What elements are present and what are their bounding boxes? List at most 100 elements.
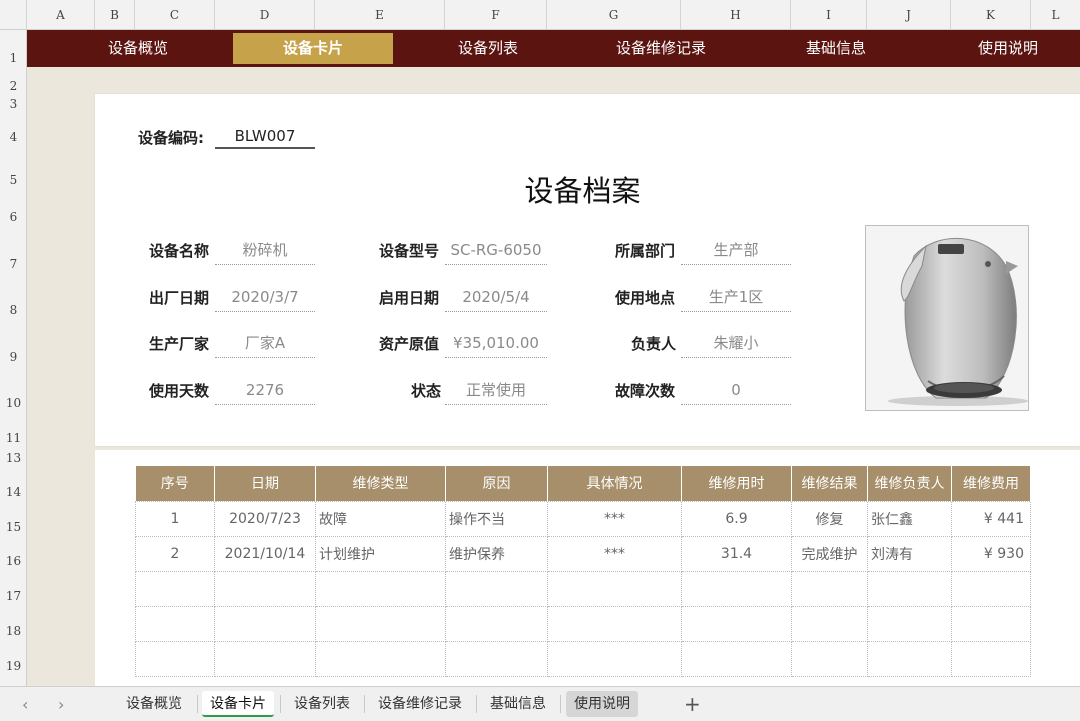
- row-header[interactable]: 14: [0, 485, 27, 499]
- table-cell[interactable]: [135, 570, 215, 607]
- table-cell[interactable]: 刘涛有: [867, 535, 952, 572]
- nav-maintenance-records[interactable]: 设备维修记录: [593, 30, 729, 67]
- table-cell[interactable]: [951, 605, 1031, 642]
- row-header[interactable]: 6: [0, 210, 27, 224]
- column-header-f[interactable]: F: [445, 0, 547, 30]
- field-value[interactable]: 生产部: [681, 235, 791, 265]
- column-header-c[interactable]: C: [135, 0, 215, 30]
- column-header-d[interactable]: D: [215, 0, 315, 30]
- table-cell[interactable]: [867, 605, 952, 642]
- table-cell[interactable]: [214, 605, 316, 642]
- sheet-tab-device-list[interactable]: 设备列表: [286, 691, 358, 717]
- table-header-cell[interactable]: 维修费用: [951, 466, 1031, 501]
- table-header-cell[interactable]: 日期: [214, 466, 316, 501]
- row-header[interactable]: 9: [0, 350, 27, 364]
- table-cell[interactable]: [135, 605, 215, 642]
- sheet-tab-instructions[interactable]: 使用说明: [566, 691, 638, 717]
- column-header-k[interactable]: K: [951, 0, 1031, 30]
- table-cell[interactable]: [445, 640, 548, 677]
- table-cell[interactable]: [315, 570, 446, 607]
- row-header[interactable]: 5: [0, 173, 27, 187]
- table-cell[interactable]: [867, 570, 952, 607]
- column-header-i[interactable]: I: [791, 0, 867, 30]
- table-cell[interactable]: 2: [135, 535, 215, 572]
- table-header-cell[interactable]: 维修结果: [791, 466, 868, 501]
- nav-basic-info[interactable]: 基础信息: [785, 30, 887, 67]
- row-header[interactable]: 13: [0, 451, 27, 465]
- field-value[interactable]: 厂家A: [215, 328, 315, 358]
- row-header[interactable]: 16: [0, 554, 27, 568]
- row-header[interactable]: 7: [0, 257, 27, 271]
- field-value[interactable]: 2276: [215, 375, 315, 405]
- nav-instructions[interactable]: 使用说明: [957, 30, 1059, 67]
- row-header[interactable]: 11: [0, 431, 27, 445]
- table-cell[interactable]: [315, 605, 446, 642]
- row-header[interactable]: 8: [0, 303, 27, 317]
- row-header[interactable]: 10: [0, 396, 27, 410]
- row-header[interactable]: 1: [0, 51, 27, 65]
- sheet-tab-device-overview[interactable]: 设备概览: [118, 691, 190, 717]
- table-header-cell[interactable]: 原因: [445, 466, 548, 501]
- table-header-cell[interactable]: 维修类型: [315, 466, 446, 501]
- table-header-cell[interactable]: 维修用时: [681, 466, 792, 501]
- table-cell[interactable]: 完成维护: [791, 535, 868, 572]
- column-header-a[interactable]: A: [27, 0, 95, 30]
- row-header[interactable]: 3: [0, 97, 27, 111]
- table-cell[interactable]: 6.9: [681, 500, 792, 537]
- table-cell[interactable]: 修复: [791, 500, 868, 537]
- field-value[interactable]: 正常使用: [445, 375, 547, 405]
- table-cell[interactable]: 1: [135, 500, 215, 537]
- sheet-tab-device-card[interactable]: 设备卡片: [202, 691, 274, 717]
- table-cell[interactable]: [791, 640, 868, 677]
- table-cell[interactable]: ¥ 441: [951, 500, 1031, 537]
- table-cell[interactable]: [951, 570, 1031, 607]
- sheet-tab-basic-info[interactable]: 基础信息: [482, 691, 554, 717]
- field-value[interactable]: 0: [681, 375, 791, 405]
- column-header-b[interactable]: B: [95, 0, 135, 30]
- row-header[interactable]: 19: [0, 659, 27, 673]
- tab-scroll-right-icon[interactable]: ›: [58, 687, 64, 721]
- table-cell[interactable]: [445, 570, 548, 607]
- column-header-e[interactable]: E: [315, 0, 445, 30]
- table-cell[interactable]: ***: [547, 500, 682, 537]
- row-header[interactable]: 15: [0, 520, 27, 534]
- table-cell[interactable]: [681, 640, 792, 677]
- table-cell[interactable]: [214, 570, 316, 607]
- device-photo[interactable]: [865, 225, 1029, 411]
- tab-scroll-left-icon[interactable]: ‹: [22, 687, 28, 721]
- row-header[interactable]: 4: [0, 130, 27, 144]
- table-cell[interactable]: [791, 605, 868, 642]
- table-cell[interactable]: 操作不当: [445, 500, 548, 537]
- table-cell[interactable]: ¥ 930: [951, 535, 1031, 572]
- column-header-g[interactable]: G: [547, 0, 681, 30]
- column-header-j[interactable]: J: [867, 0, 951, 30]
- table-cell[interactable]: [547, 570, 682, 607]
- column-header-l[interactable]: L: [1031, 0, 1080, 30]
- table-cell[interactable]: ***: [547, 535, 682, 572]
- table-cell[interactable]: [214, 640, 316, 677]
- table-cell[interactable]: 张仁鑫: [867, 500, 952, 537]
- table-cell[interactable]: [547, 605, 682, 642]
- nav-device-card[interactable]: 设备卡片: [233, 33, 393, 64]
- table-header-cell[interactable]: 具体情况: [547, 466, 682, 501]
- nav-device-list[interactable]: 设备列表: [437, 30, 539, 67]
- table-cell[interactable]: 31.4: [681, 535, 792, 572]
- table-cell[interactable]: [791, 570, 868, 607]
- field-value[interactable]: 2020/3/7: [215, 282, 315, 312]
- table-cell[interactable]: [547, 640, 682, 677]
- table-cell[interactable]: 故障: [315, 500, 446, 537]
- row-header[interactable]: 17: [0, 589, 27, 603]
- device-code-input[interactable]: BLW007: [215, 125, 315, 149]
- field-value[interactable]: SC-RG-6050: [445, 235, 547, 265]
- field-value[interactable]: 粉碎机: [215, 235, 315, 265]
- field-value[interactable]: 朱耀小: [681, 328, 791, 358]
- select-all-corner[interactable]: [0, 0, 27, 30]
- field-value[interactable]: 2020/5/4: [445, 282, 547, 312]
- field-value[interactable]: 生产1区: [681, 282, 791, 312]
- table-header-cell[interactable]: 维修负责人: [867, 466, 952, 501]
- field-value[interactable]: ¥35,010.00: [445, 328, 547, 358]
- table-cell[interactable]: [951, 640, 1031, 677]
- table-cell[interactable]: 计划维护: [315, 535, 446, 572]
- table-header-cell[interactable]: 序号: [135, 466, 215, 501]
- add-sheet-icon[interactable]: +: [684, 687, 701, 721]
